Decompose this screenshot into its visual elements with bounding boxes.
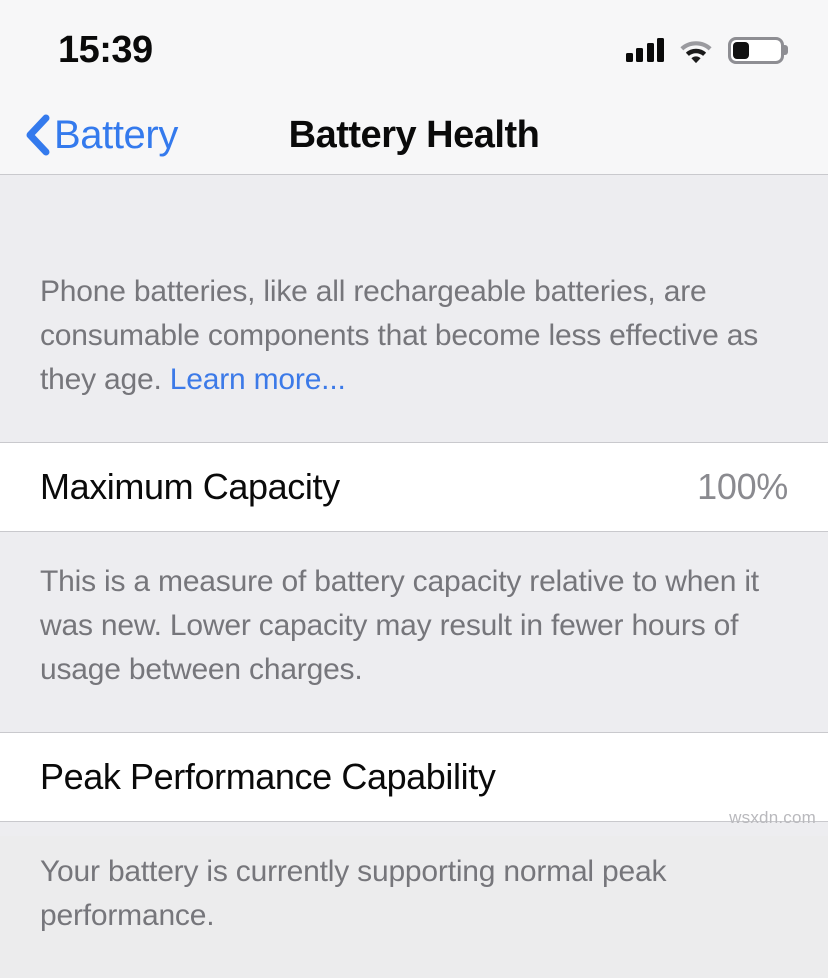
cellular-signal-icon: [625, 38, 664, 62]
status-bar: 15:39: [0, 0, 828, 96]
peak-performance-row[interactable]: Peak Performance Capability: [0, 732, 828, 822]
status-bar-indicators: [625, 36, 788, 64]
maximum-capacity-value: 100%: [697, 466, 788, 507]
learn-more-link[interactable]: Learn more...: [170, 363, 346, 396]
maximum-capacity-label: Maximum Capacity: [40, 466, 340, 507]
settings-content: Phone batteries, like all rechargeable b…: [0, 176, 828, 932]
battery-icon: [728, 36, 788, 64]
peak-performance-description: Your battery is currently supporting nor…: [40, 855, 667, 932]
page-title: Battery Health: [288, 113, 540, 156]
battery-fill-level: [733, 41, 749, 59]
battery-health-screen: 15:39 Battery Battery Health Phone batte…: [0, 0, 828, 932]
navigation-bar: Battery Battery Health: [0, 96, 828, 175]
status-bar-clock: 15:39: [58, 29, 153, 71]
maximum-capacity-row[interactable]: Maximum Capacity 100%: [0, 442, 828, 532]
watermark: wsxdn.com: [729, 808, 816, 827]
battery-cap: [784, 45, 788, 55]
intro-description-text: Phone batteries, like all rechargeable b…: [40, 275, 758, 396]
peak-performance-label: Peak Performance Capability: [40, 756, 496, 797]
maximum-capacity-description: This is a measure of battery capacity re…: [40, 565, 759, 686]
wifi-icon: [680, 40, 712, 63]
intro-description: Phone batteries, like all rechargeable b…: [0, 176, 828, 442]
